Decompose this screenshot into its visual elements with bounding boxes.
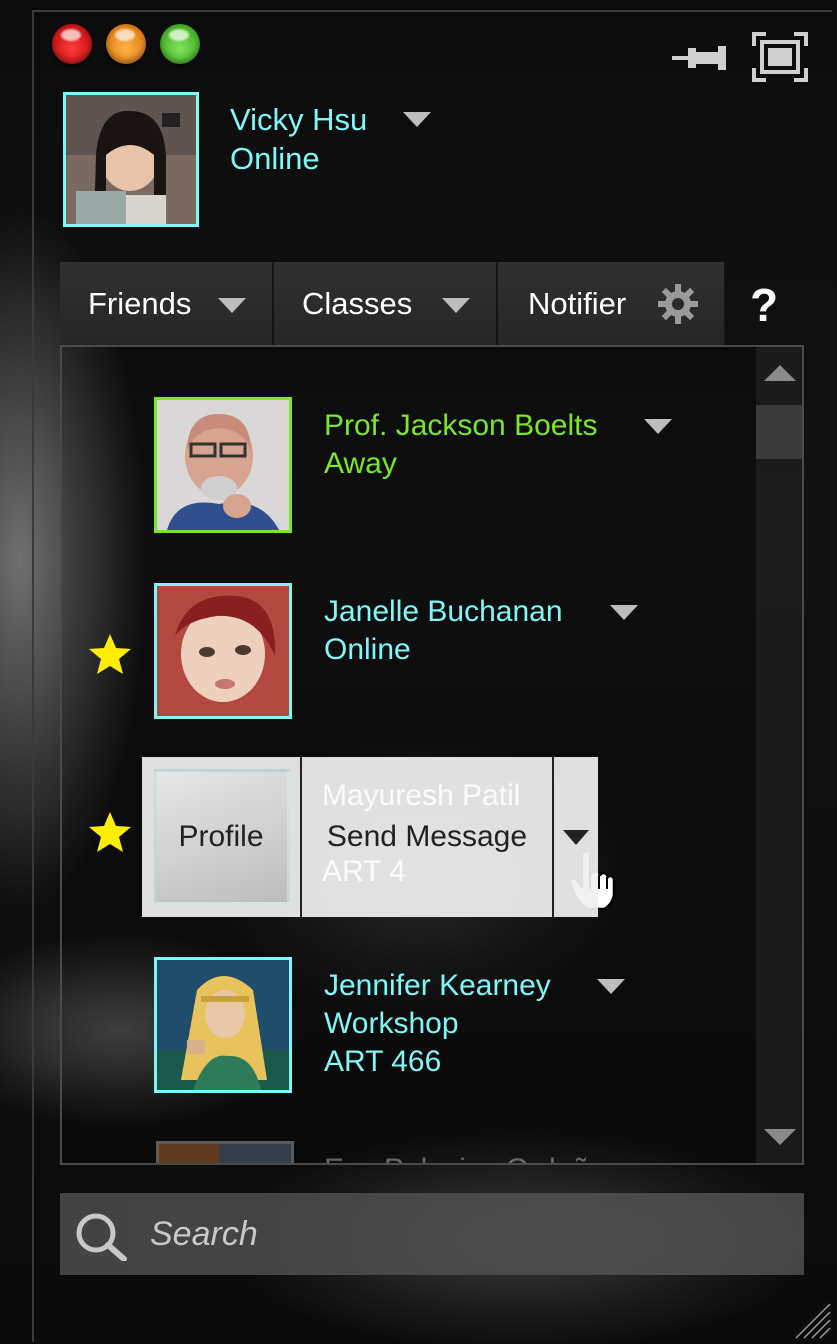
user-avatar[interactable]	[63, 92, 199, 227]
chevron-down-icon[interactable]	[644, 419, 672, 434]
chevron-down-icon	[218, 298, 246, 313]
chevron-down-icon[interactable]	[652, 1163, 680, 1165]
contact-action-menu: Profile Mayuresh Patil ART 4 Send Messag…	[142, 757, 616, 917]
resize-handle-icon[interactable]	[792, 1300, 832, 1340]
zoom-button[interactable]	[160, 24, 200, 64]
list-scrollbar[interactable]	[756, 347, 802, 1163]
search-input[interactable]	[150, 1211, 770, 1257]
tab-bar: Friends Classes Notifier	[60, 262, 726, 346]
contact-name: Jennifer Kearney	[324, 969, 551, 1002]
scroll-thumb[interactable]	[756, 405, 802, 459]
tab-friends[interactable]: Friends	[60, 262, 274, 346]
contact-avatar[interactable]	[154, 957, 292, 1093]
send-message-button-label: Send Message	[326, 820, 528, 853]
contact-list: Prof. Jackson Boelts Away Janelle Buchan…	[60, 345, 804, 1165]
scroll-down-arrow-icon[interactable]	[764, 1129, 796, 1145]
tab-classes[interactable]: Classes	[274, 262, 498, 346]
contact-avatar[interactable]	[154, 397, 292, 533]
contact-status: Workshop	[324, 1007, 459, 1040]
window-controls	[52, 24, 200, 64]
help-icon[interactable]: ?	[750, 278, 778, 332]
contact-status: Away	[324, 447, 397, 480]
user-status: Online	[230, 141, 320, 176]
contact-name: Mayuresh Patil	[322, 779, 521, 812]
chevron-down-icon	[563, 829, 589, 845]
tab-notifier-label: Notifier	[528, 286, 627, 321]
contact-class: ART 466	[324, 1045, 442, 1078]
contact-avatar[interactable]	[156, 1141, 294, 1163]
gear-icon[interactable]	[658, 284, 698, 324]
contact-avatar[interactable]	[154, 583, 292, 719]
chevron-down-icon	[442, 298, 470, 313]
search-icon	[76, 1213, 127, 1261]
contact-status: Online	[324, 633, 411, 666]
chevron-down-icon[interactable]	[597, 979, 625, 994]
search-bar	[60, 1193, 804, 1275]
contact-class: ART 4	[322, 855, 406, 888]
tab-friends-label: Friends	[88, 286, 192, 321]
close-button[interactable]	[52, 24, 92, 64]
scroll-up-arrow-icon[interactable]	[764, 365, 796, 381]
contact-name: Eva Palacios Orduño	[324, 1153, 606, 1163]
user-menu-chevron-down-icon[interactable]	[403, 112, 431, 127]
tab-notifier[interactable]: Notifier	[498, 262, 726, 346]
maximize-icon[interactable]	[752, 32, 808, 82]
contact-item[interactable]: Prof. Jackson Boelts Away	[62, 397, 752, 537]
star-icon[interactable]	[88, 633, 132, 675]
contact-name: Prof. Jackson Boelts	[324, 409, 598, 442]
contact-item[interactable]: Jennifer Kearney Workshop ART 466	[62, 957, 752, 1097]
send-message-button[interactable]: Mayuresh Patil ART 4 Send Message	[302, 757, 616, 917]
tab-classes-label: Classes	[302, 286, 413, 321]
profile-button-label: Profile	[178, 820, 264, 853]
minimize-button[interactable]	[106, 24, 146, 64]
contact-item[interactable]: Eva Palacios Orduño	[62, 1141, 752, 1165]
contact-name: Janelle Buchanan	[324, 595, 563, 628]
user-name[interactable]: Vicky Hsu	[230, 102, 367, 138]
contact-item[interactable]: Janelle Buchanan Online	[62, 583, 752, 723]
star-icon[interactable]	[88, 811, 132, 853]
chevron-down-icon[interactable]	[610, 605, 638, 620]
app-window: Vicky Hsu Online Friends Classes Notifie…	[0, 0, 837, 1344]
pin-icon[interactable]	[672, 40, 730, 76]
more-options-button[interactable]	[554, 757, 598, 917]
profile-button[interactable]: Profile	[142, 757, 302, 917]
